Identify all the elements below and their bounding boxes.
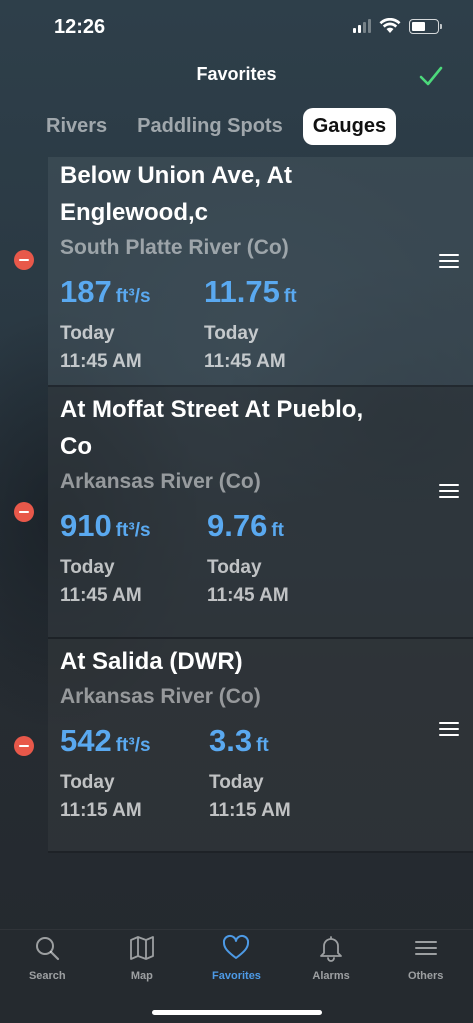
reorder-handle-icon[interactable] (439, 484, 459, 498)
height-value: 9.76 (207, 508, 268, 543)
reading-time: 11:45 AM (60, 351, 142, 372)
reading-day: Today (60, 557, 115, 578)
flow-reading: 910 ft³/s Today 11:45 AM (60, 509, 207, 610)
gauge-name-line: Below Union Ave, At (60, 162, 293, 189)
gauge-name: At Moffat Street At Pueblo, Co (60, 387, 461, 465)
tab-bar-label: Map (130, 970, 153, 982)
gauge-card[interactable]: At Salida (DWR) Arkansas River (Co) 542 f… (48, 639, 473, 853)
reading-day: Today (60, 772, 115, 793)
river-name: South Platte River (Co) (60, 236, 289, 259)
status-bar: 12:26 (0, 0, 473, 56)
gauge-card[interactable]: Below Union Ave, At Englewood,c South Pl… (48, 157, 473, 387)
height-reading: 9.76 ft Today 11:45 AM (207, 509, 289, 610)
flow-reading: 187 ft³/s Today 11:45 AM (60, 275, 204, 376)
flow-value: 910 (60, 508, 112, 543)
reading-time: 11:45 AM (60, 585, 142, 606)
bell-icon (320, 936, 342, 962)
delete-button[interactable] (14, 250, 34, 270)
river-name: Arkansas River (Co) (60, 470, 261, 493)
tab-bar-item-search[interactable]: Search (0, 930, 95, 1023)
status-time: 12:26 (54, 16, 106, 38)
flow-unit: ft³/s (115, 520, 151, 541)
reading-day: Today (209, 772, 264, 793)
tab-bar-label: Alarms (312, 970, 350, 982)
flow-value: 542 (60, 723, 112, 758)
gauge-card[interactable]: At Moffat Street At Pueblo, Co Arkansas … (48, 387, 473, 639)
reading-time: 11:15 AM (60, 800, 142, 821)
tab-gauges[interactable]: Gauges (302, 108, 397, 145)
wifi-icon (379, 18, 401, 33)
height-unit: ft (256, 735, 269, 756)
reading-day: Today (204, 323, 259, 344)
tab-paddling-spots[interactable]: Paddling Spots (127, 108, 293, 145)
gauge-name: Below Union Ave, At Englewood,c (60, 157, 461, 231)
gauge-name-line: At Salida (DWR) (60, 648, 243, 675)
tab-bar-label: Favorites (212, 970, 261, 982)
tab-bar-label: Search (28, 970, 66, 982)
gauge-name-line: Co (60, 433, 92, 460)
reading-time: 11:15 AM (209, 800, 291, 821)
heart-icon (223, 934, 250, 959)
tab-bar-label: Others (407, 970, 444, 982)
height-unit: ft (283, 286, 297, 307)
search-icon (36, 937, 60, 961)
tab-rivers[interactable]: Rivers (36, 108, 117, 145)
flow-unit: ft³/s (115, 735, 151, 756)
height-reading: 11.75 ft Today 11:45 AM (204, 275, 297, 376)
gauge-name: At Salida (DWR) (60, 639, 461, 680)
page-title: Favorites (196, 64, 277, 84)
height-value: 11.75 (204, 274, 280, 309)
tab-bar-item-others[interactable]: Others (378, 930, 473, 1023)
reading-day: Today (207, 557, 262, 578)
bottom-tab-bar: Search Map Favorites Alarms Others (0, 929, 473, 1023)
gauge-list: Below Union Ave, At Englewood,c South Pl… (48, 157, 473, 853)
flow-unit: ft³/s (115, 286, 151, 307)
home-indicator[interactable] (152, 1010, 322, 1015)
map-icon (129, 936, 154, 960)
reorder-handle-icon[interactable] (439, 254, 459, 268)
battery-icon (409, 18, 442, 34)
reading-time: 11:45 AM (204, 351, 286, 372)
menu-icon (414, 941, 437, 955)
flow-reading: 542 ft³/s Today 11:15 AM (60, 724, 209, 825)
reading-day: Today (60, 323, 115, 344)
reorder-handle-icon[interactable] (439, 722, 459, 736)
flow-value: 187 (60, 274, 112, 309)
height-reading: 3.3 ft Today 11:15 AM (209, 724, 291, 825)
height-value: 3.3 (209, 723, 253, 758)
segmented-tabs: Rivers Paddling Spots Gauges (36, 108, 397, 145)
height-unit: ft (271, 520, 284, 541)
delete-button[interactable] (14, 502, 34, 522)
gauge-name-line: Englewood,c (60, 199, 209, 226)
river-name: Arkansas River (Co) (60, 685, 261, 708)
reading-time: 11:45 AM (207, 585, 289, 606)
delete-button[interactable] (14, 736, 34, 756)
cellular-signal-icon (353, 19, 371, 33)
done-check-icon[interactable] (417, 62, 445, 90)
gauge-name-line: At Moffat Street At Pueblo, (60, 396, 364, 423)
